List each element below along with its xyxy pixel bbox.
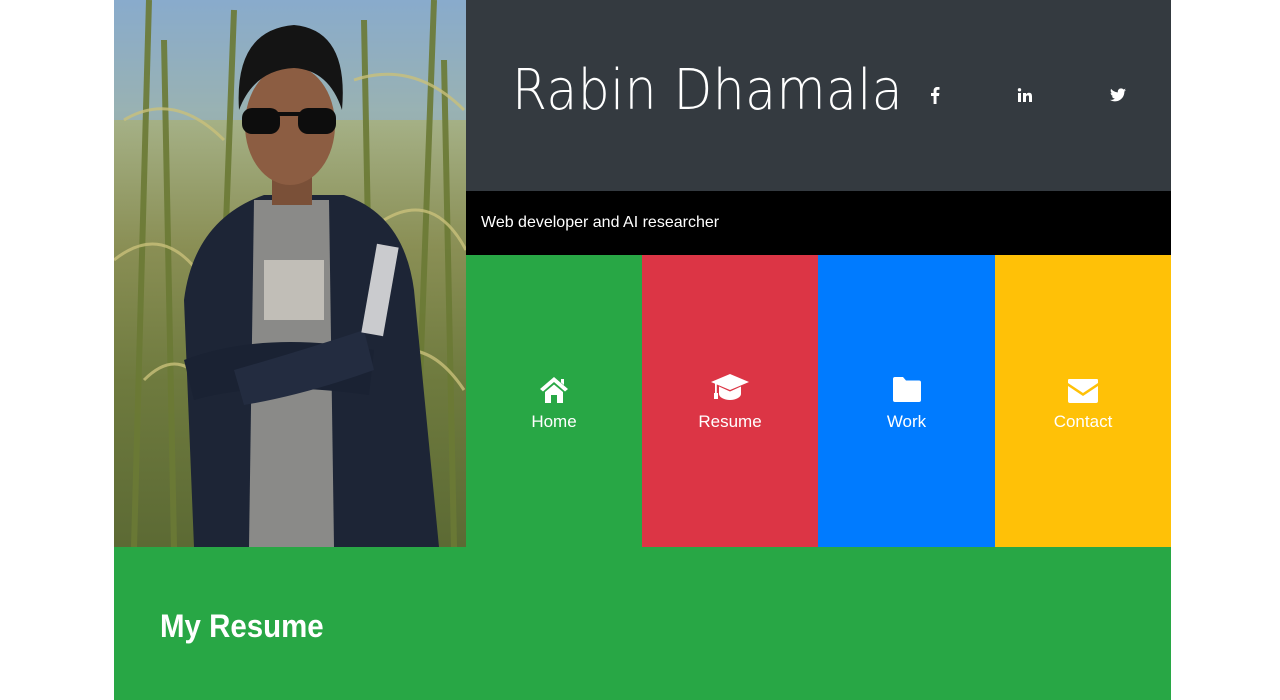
tagline-bar: Web developer and AI researcher [466,191,1171,255]
nav-label-contact: Contact [1053,412,1113,431]
graduation-cap-icon [710,370,750,404]
portfolio-page: Rabin Dhamala Web developer and AI resea… [114,0,1171,700]
twitter-link[interactable] [1107,84,1129,106]
nav-tile-resume[interactable]: Resume [642,255,818,547]
site-owner-name: Rabin Dhamala [512,58,904,123]
facebook-link[interactable] [924,84,946,106]
linkedin-icon [1017,88,1032,102]
nav-tile-work[interactable]: Work [818,255,995,547]
nav-tile-home[interactable]: Home [466,255,642,547]
nav-tile-contact[interactable]: Contact [995,255,1171,547]
linkedin-link[interactable] [1014,84,1036,106]
resume-section: My Resume [114,547,1171,700]
nav-label-home: Home [531,412,577,431]
nav-label-resume: Resume [698,412,762,431]
folder-icon [887,370,927,404]
nav-label-work: Work [886,412,927,431]
facebook-icon [931,87,940,104]
profile-photo [114,0,466,547]
twitter-icon [1110,88,1126,102]
tagline-text: Web developer and AI researcher [481,214,720,231]
home-icon [534,370,574,404]
envelope-icon [1063,370,1103,404]
resume-section-title: My Resume [160,608,324,644]
site-header: Rabin Dhamala [466,0,1171,191]
